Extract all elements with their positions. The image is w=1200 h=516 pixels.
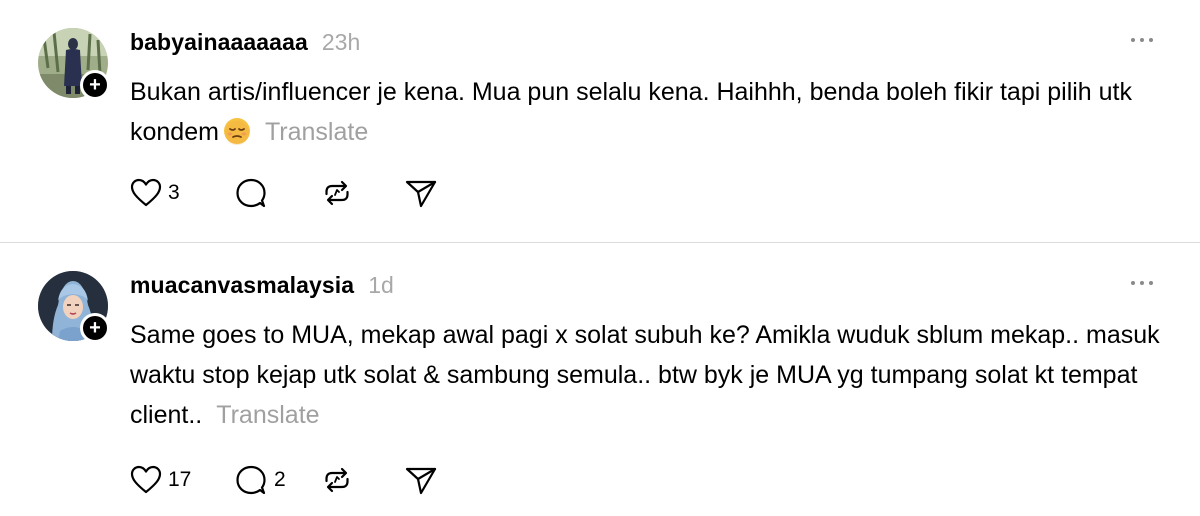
repost-icon	[325, 180, 349, 206]
more-options-button[interactable]	[1128, 273, 1156, 293]
post-timestamp[interactable]: 1d	[368, 272, 394, 299]
post-header: babyainaaaaaaa 23h	[130, 29, 360, 57]
username-link[interactable]: babyainaaaaaaa	[130, 29, 308, 56]
send-icon	[405, 180, 437, 208]
avatar-container[interactable]: +	[38, 28, 110, 100]
share-button[interactable]	[404, 464, 438, 496]
comment-icon	[236, 465, 266, 495]
repost-button[interactable]	[320, 177, 404, 209]
reply-button[interactable]: 2	[234, 464, 320, 496]
pensive-face-icon	[223, 117, 251, 157]
avatar-container[interactable]: +	[38, 271, 110, 343]
username-link[interactable]: muacanvasmalaysia	[130, 272, 354, 299]
post-header: muacanvasmalaysia 1d	[130, 272, 394, 300]
reply-count: 2	[274, 468, 286, 491]
heart-icon	[130, 178, 162, 207]
more-icon	[1131, 38, 1135, 42]
post-actions: 17 2	[130, 463, 438, 497]
thread-post: + muacanvasmalaysia 1d Same goes to MUA,…	[0, 243, 1200, 516]
post-actions: 3	[130, 176, 438, 210]
like-button[interactable]: 3	[130, 178, 234, 208]
like-count: 3	[168, 181, 180, 204]
repost-button[interactable]	[320, 464, 404, 496]
repost-icon	[325, 467, 349, 493]
plus-icon: +	[89, 74, 101, 96]
post-body: Bukan artis/influencer je kena. Mua pun …	[130, 72, 1170, 157]
share-button[interactable]	[404, 177, 438, 209]
post-body: Same goes to MUA, mekap awal pagi x sola…	[130, 315, 1170, 435]
post-timestamp[interactable]: 23h	[322, 29, 360, 56]
more-icon	[1131, 281, 1135, 285]
like-count: 17	[168, 468, 192, 491]
plus-icon: +	[89, 317, 101, 339]
translate-link[interactable]: Translate	[216, 401, 319, 429]
comment-icon	[236, 178, 266, 208]
more-options-button[interactable]	[1128, 30, 1156, 50]
reply-button[interactable]	[234, 177, 320, 209]
translate-link[interactable]: Translate	[265, 118, 368, 146]
send-icon	[405, 467, 437, 495]
follow-plus-button[interactable]: +	[80, 313, 110, 343]
follow-plus-button[interactable]: +	[80, 70, 110, 100]
heart-icon	[130, 465, 162, 494]
thread-post: + babyainaaaaaaa 23h Bukan artis/influen…	[0, 0, 1200, 242]
like-button[interactable]: 17	[130, 465, 234, 495]
